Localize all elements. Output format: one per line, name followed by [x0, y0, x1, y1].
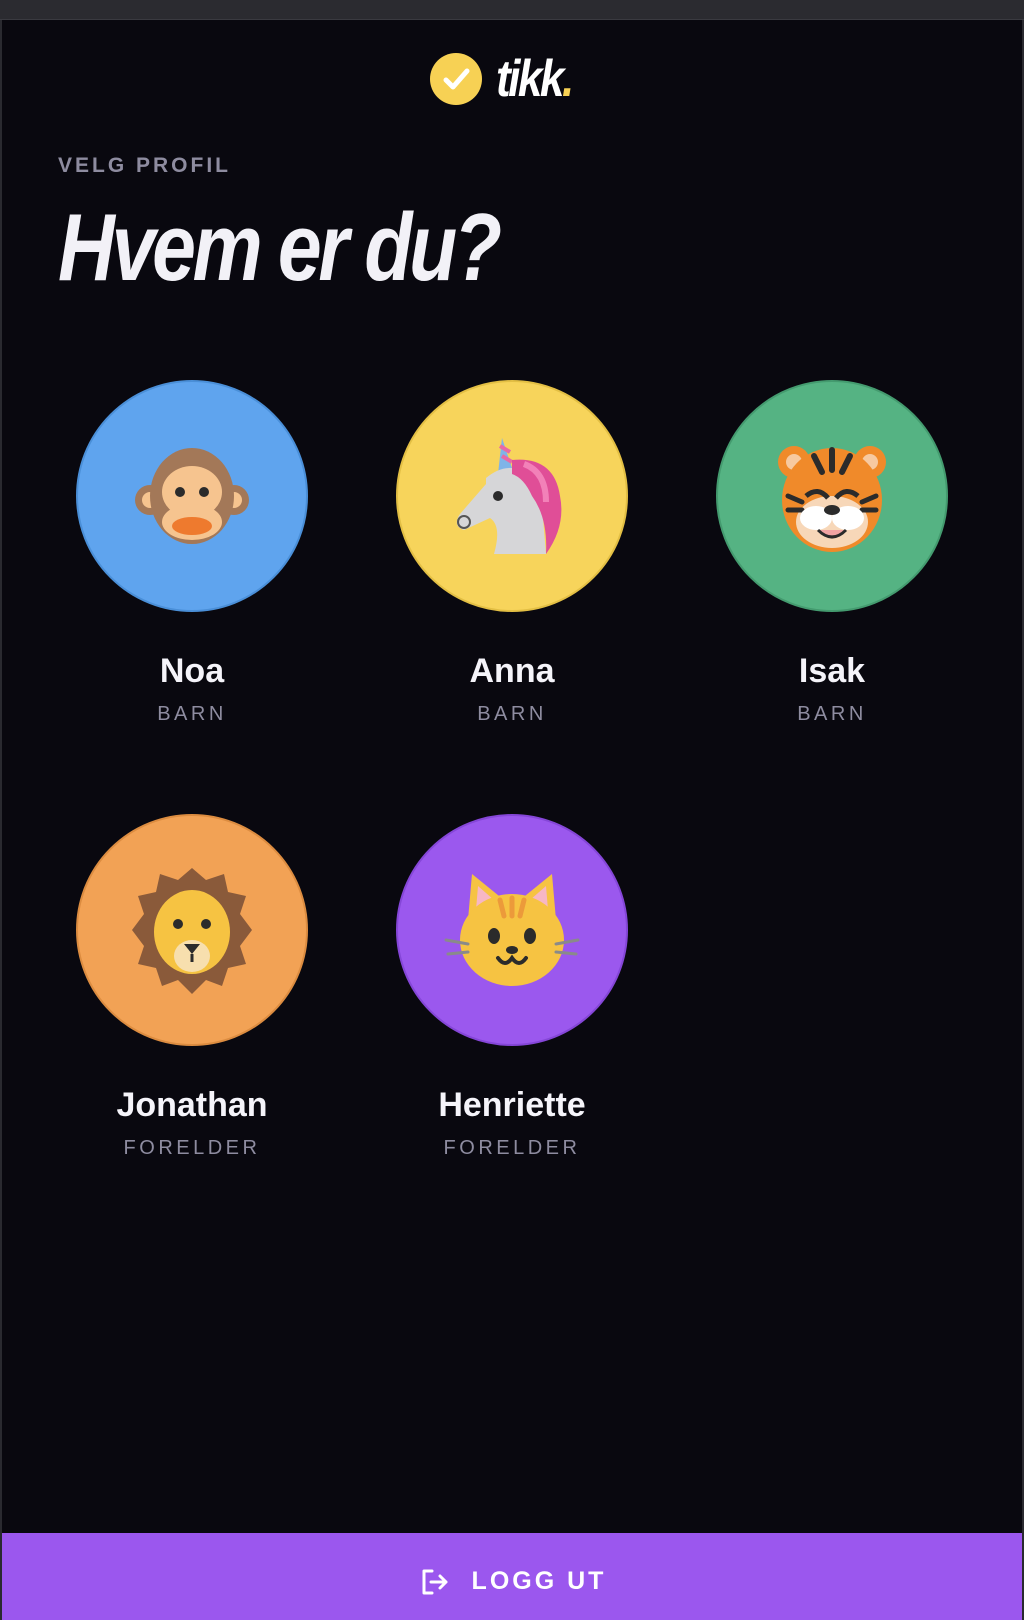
- cat-icon: [444, 874, 580, 986]
- profile-card-noa[interactable]: Noa BARN: [76, 380, 308, 726]
- profile-name: Henriette: [438, 1086, 586, 1124]
- window-top-bar: [0, 0, 1024, 20]
- logout-button[interactable]: LOGG UT: [2, 1533, 1022, 1620]
- lion-icon: [132, 868, 252, 994]
- profile-name: Anna: [469, 652, 555, 690]
- section-eyebrow: VELG PROFIL: [58, 154, 232, 177]
- profile-avatar[interactable]: [396, 380, 628, 612]
- monkey-icon: [135, 448, 249, 544]
- profile-card-isak[interactable]: Isak BARN: [716, 380, 948, 726]
- logout-icon: [422, 1569, 448, 1594]
- app-logo: tikk.: [430, 52, 585, 106]
- profile-role: BARN: [797, 703, 867, 725]
- profile-card-henriette[interactable]: Henriette FORELDER: [396, 814, 628, 1160]
- profile-card-anna[interactable]: Anna BARN: [396, 380, 628, 726]
- profile-name: Jonathan: [116, 1086, 268, 1124]
- logo-wordmark: tikk.: [496, 50, 574, 108]
- profile-name: Noa: [159, 652, 225, 690]
- profile-role: BARN: [157, 703, 227, 725]
- profile-avatar[interactable]: [76, 380, 308, 612]
- tiger-icon: [778, 446, 886, 552]
- profile-role: FORELDER: [443, 1137, 581, 1159]
- logo-text: tikk: [496, 50, 565, 108]
- profile-name: Isak: [798, 652, 866, 690]
- check-icon: [430, 53, 482, 105]
- logo-dot: .: [561, 50, 574, 108]
- profile-role: BARN: [477, 703, 547, 725]
- unicorn-icon: [456, 438, 562, 554]
- profile-avatar[interactable]: [396, 814, 628, 1046]
- profile-role: FORELDER: [123, 1137, 261, 1159]
- logout-label: LOGG UT: [471, 1567, 607, 1595]
- profile-avatar[interactable]: [76, 814, 308, 1046]
- profile-card-jonathan[interactable]: Jonathan FORELDER: [76, 814, 308, 1160]
- page-title: Hvem er du?: [58, 194, 502, 301]
- profile-avatar[interactable]: [716, 380, 948, 612]
